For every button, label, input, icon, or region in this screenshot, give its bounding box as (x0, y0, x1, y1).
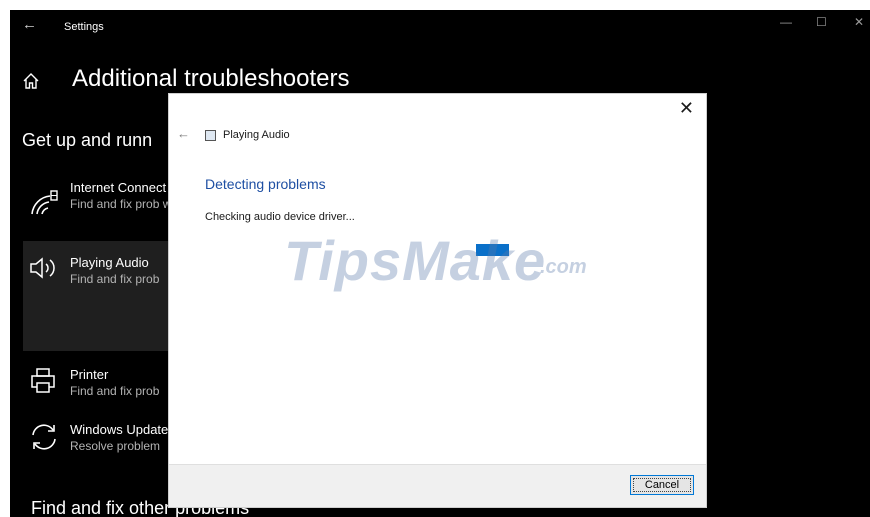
section-title-get-up: Get up and runn (22, 130, 153, 150)
window-title: Settings (64, 21, 104, 33)
dialog-heading: Detecting problems (205, 176, 326, 192)
wifi-icon (31, 190, 58, 215)
minimize-button[interactable]: — (780, 15, 792, 29)
watermark-suffix: .com (540, 256, 587, 278)
dialog-close-button[interactable]: ✕ (679, 98, 694, 119)
close-window-button[interactable]: ✕ (854, 15, 864, 29)
page-title: Additional troubleshooters (72, 65, 350, 92)
dialog-status-text: Checking audio device driver... (205, 211, 355, 223)
maximize-button[interactable]: ☐ (816, 15, 827, 29)
troubleshooter-title: Internet Connect (70, 180, 167, 195)
troubleshooter-dialog: ✕ ← Playing Audio Detecting problems Che… (168, 93, 707, 508)
back-arrow-icon[interactable]: ← (22, 16, 37, 33)
watermark-text: TipsMake (284, 229, 547, 292)
dialog-app-title: Playing Audio (223, 129, 290, 141)
home-icon[interactable] (22, 72, 40, 90)
dialog-back-arrow-icon[interactable]: ← (177, 126, 190, 141)
cancel-button[interactable]: Cancel (630, 475, 694, 495)
troubleshooter-title: Windows Update (70, 422, 169, 437)
troubleshooter-title: Playing Audio (70, 255, 149, 270)
watermark-logo: TipsMake .com (278, 228, 618, 296)
sync-icon (32, 424, 56, 450)
printer-icon (31, 368, 55, 393)
troubleshooter-title: Printer (70, 367, 109, 382)
speaker-icon (30, 257, 55, 279)
troubleshooter-app-icon (205, 130, 216, 141)
dialog-footer: Cancel (169, 464, 706, 507)
